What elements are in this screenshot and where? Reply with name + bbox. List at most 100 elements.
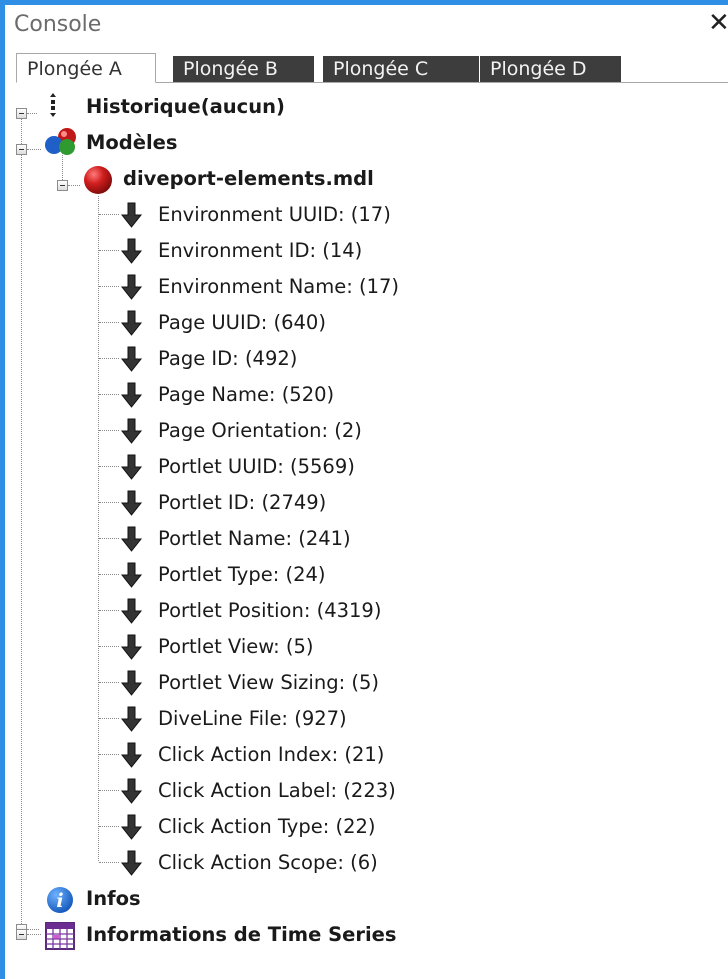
tree-field-label: Environment Name: (17) xyxy=(158,274,400,298)
tree-field-item[interactable]: Portlet ID: (2749) xyxy=(158,484,326,520)
tree-field-item[interactable]: Page Orientation: (2) xyxy=(158,412,362,448)
tree-connector xyxy=(27,113,37,114)
tree-field-item[interactable]: Page UUID: (640) xyxy=(158,304,326,340)
tree-field-item[interactable]: Environment UUID: (17) xyxy=(158,196,391,232)
tree-connector xyxy=(99,646,119,647)
down-arrow-icon xyxy=(119,346,145,372)
tree-node-model-file[interactable]: diveport-elements.mdl xyxy=(123,160,374,196)
tree-connector xyxy=(99,610,119,611)
calendar-grid-icon xyxy=(44,921,76,951)
tree-connector xyxy=(98,196,99,861)
tree-field-label: Environment ID: (14) xyxy=(158,238,363,262)
info-icon: i xyxy=(40,886,76,914)
tree-field-label: DiveLine File: (927) xyxy=(158,706,347,730)
tree-field-label: Portlet View: (5) xyxy=(158,634,314,658)
down-arrow-icon xyxy=(119,634,145,660)
tree-field-label: Portlet ID: (2749) xyxy=(158,490,327,514)
tree-field-item[interactable]: DiveLine File: (927) xyxy=(158,700,347,736)
tree-node-label: Informations de Time Series xyxy=(86,922,397,946)
tree-node-label: diveport-elements.mdl xyxy=(123,166,374,190)
tree-field-label: Environment UUID: (17) xyxy=(158,202,391,226)
tree-connector xyxy=(68,185,80,186)
tree-connector xyxy=(99,682,119,683)
down-arrow-icon xyxy=(119,454,145,480)
red-sphere-icon xyxy=(82,164,114,196)
tree-field-label: Portlet Name: (241) xyxy=(158,526,351,550)
tree-field-label: Page Orientation: (2) xyxy=(158,418,362,442)
down-arrow-icon xyxy=(119,490,145,516)
tree-connector xyxy=(27,149,41,150)
ellipsis-vertical-icon xyxy=(47,92,59,118)
collapse-time-series-icon[interactable] xyxy=(16,929,27,940)
tree-connector xyxy=(99,466,119,467)
collapse-model-file-icon[interactable] xyxy=(57,180,68,191)
tree-node-label: Historique(aucun) xyxy=(86,94,285,118)
tree-field-item[interactable]: Portlet View: (5) xyxy=(158,628,314,664)
tree-node-label: Modèles xyxy=(86,130,178,154)
tree-connector xyxy=(99,502,119,503)
tree-field-label: Click Action Scope: (6) xyxy=(158,850,378,874)
svg-text:i: i xyxy=(56,890,63,912)
tree-field-label: Click Action Index: (21) xyxy=(158,742,385,766)
tree-field-item[interactable]: Click Action Index: (21) xyxy=(158,736,384,772)
tree-field-item[interactable]: Portlet Type: (24) xyxy=(158,556,326,592)
tree-field-item[interactable]: Environment ID: (14) xyxy=(158,232,362,268)
tree-connector xyxy=(21,110,22,930)
tree-field-item[interactable]: Environment Name: (17) xyxy=(158,268,399,304)
down-arrow-icon xyxy=(119,526,145,552)
tree-field-item[interactable]: Portlet View Sizing: (5) xyxy=(158,664,379,700)
tree-connector xyxy=(99,862,119,863)
tree-connector xyxy=(99,826,119,827)
tree-field-label: Portlet View Sizing: (5) xyxy=(158,670,379,694)
tree-connector xyxy=(99,754,119,755)
tree-field-label: Click Action Type: (22) xyxy=(158,814,376,838)
tree-connector xyxy=(27,929,39,930)
down-arrow-icon xyxy=(119,706,145,732)
tree-node-label: Infos xyxy=(86,886,141,910)
down-arrow-icon xyxy=(119,814,145,840)
tree-field-item[interactable]: Page ID: (492) xyxy=(158,340,297,376)
tree-field-label: Page Name: (520) xyxy=(158,382,335,406)
tree-connector xyxy=(27,934,41,935)
tree-connector xyxy=(99,394,119,395)
tree-connector xyxy=(99,286,119,287)
tree-connector xyxy=(99,214,119,215)
tree-node-modeles[interactable]: Modèles xyxy=(86,124,178,160)
tree-field-item[interactable]: Portlet Position: (4319) xyxy=(158,592,381,628)
tree-node-historique[interactable]: Historique(aucun) xyxy=(86,88,285,124)
tree-connector xyxy=(99,430,119,431)
collapse-modeles-icon[interactable] xyxy=(16,144,27,155)
down-arrow-icon xyxy=(119,238,145,264)
tree-connector xyxy=(99,358,119,359)
tree-field-label: Portlet UUID: (5569) xyxy=(158,454,355,478)
tree-field-item[interactable]: Portlet UUID: (5569) xyxy=(158,448,355,484)
tree-field-item[interactable]: Page Name: (520) xyxy=(158,376,334,412)
collapse-historique-icon[interactable] xyxy=(16,108,27,119)
down-arrow-icon xyxy=(119,778,145,804)
model-spheres-icon xyxy=(40,127,80,157)
down-arrow-icon xyxy=(119,598,145,624)
tree-connector xyxy=(99,574,119,575)
down-arrow-icon xyxy=(119,670,145,696)
down-arrow-icon xyxy=(119,382,145,408)
tree-field-label: Page UUID: (640) xyxy=(158,310,326,334)
tree-field-label: Portlet Type: (24) xyxy=(158,562,326,586)
tree-field-item[interactable]: Click Action Type: (22) xyxy=(158,808,376,844)
tree-field-item[interactable]: Portlet Name: (241) xyxy=(158,520,351,556)
tree-connector xyxy=(99,322,119,323)
tree-field-label: Click Action Label: (223) xyxy=(158,778,396,802)
tree-connector xyxy=(99,250,119,251)
tree-connector xyxy=(99,790,119,791)
tree-field-item[interactable]: Click Action Scope: (6) xyxy=(158,844,378,880)
down-arrow-icon xyxy=(119,418,145,444)
tree-node-time-series[interactable]: Informations de Time Series xyxy=(86,916,397,952)
tree-field-label: Portlet Position: (4319) xyxy=(158,598,382,622)
tree-field-item[interactable]: Click Action Label: (223) xyxy=(158,772,396,808)
tab-plongee-a[interactable]: Plongée A xyxy=(16,53,156,83)
down-arrow-icon xyxy=(119,850,145,876)
down-arrow-icon xyxy=(119,202,145,228)
tree-node-infos[interactable]: Infos xyxy=(86,880,141,916)
tree-connector xyxy=(99,718,119,719)
down-arrow-icon xyxy=(119,310,145,336)
tree-field-label: Page ID: (492) xyxy=(158,346,298,370)
